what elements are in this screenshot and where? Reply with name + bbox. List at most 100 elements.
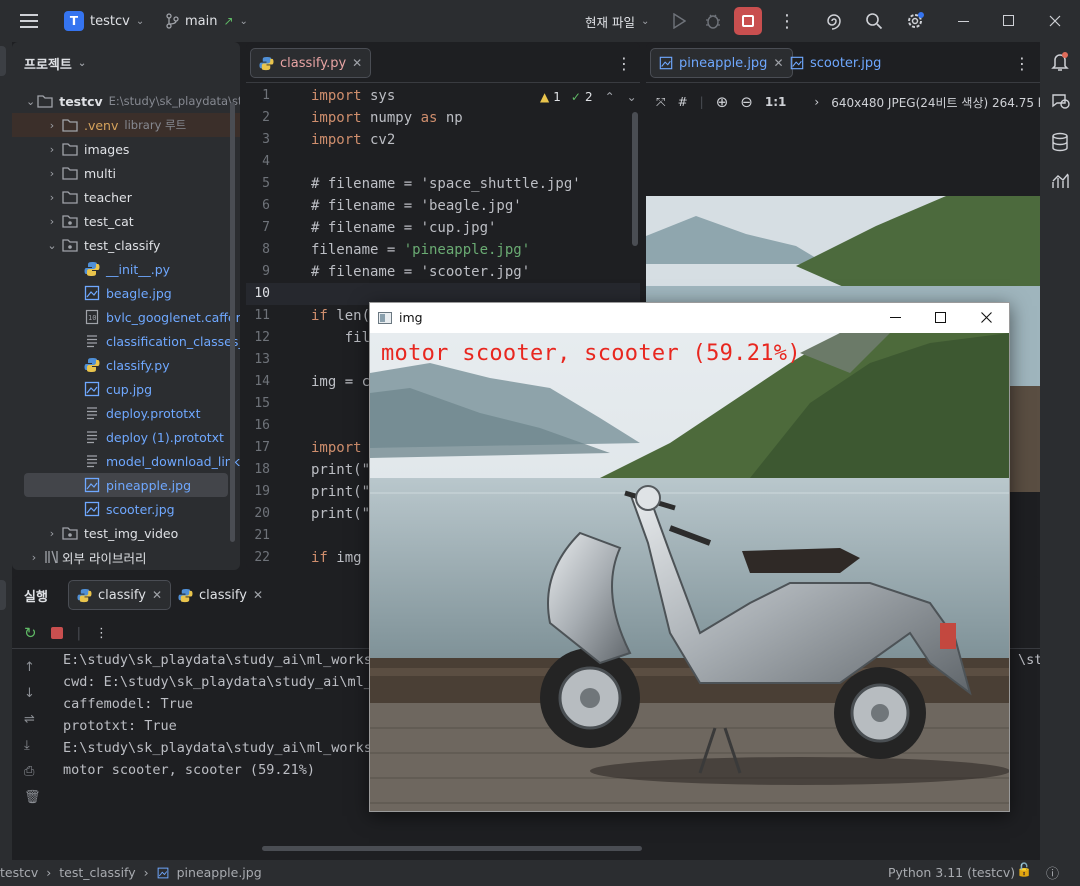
- notifications-icon[interactable]: [1051, 52, 1069, 72]
- fit-screen-icon[interactable]: ⤧: [656, 95, 666, 110]
- run-tool-tab[interactable]: [0, 580, 6, 610]
- tree-item-label: deploy.prototxt: [106, 405, 201, 421]
- tree-item-label: test_classify: [84, 237, 161, 253]
- info-icon[interactable]: ⓘ: [1046, 863, 1059, 882]
- run-button[interactable]: [672, 0, 686, 42]
- viewer-more-icon[interactable]: ⋮: [1014, 54, 1030, 73]
- main-menu-button[interactable]: [20, 0, 38, 42]
- tab-pineapple-jpg[interactable]: pineapple.jpg ✕: [650, 48, 793, 78]
- tree-item-classes-txt[interactable]: classification_classes_ILSVRC2012.txt: [12, 329, 240, 353]
- project-scrollbar[interactable]: [230, 102, 235, 542]
- close-tab-icon[interactable]: ✕: [352, 56, 362, 70]
- tree-item-root[interactable]: ⌄ testcv E:\study\sk_playdata\st: [12, 89, 240, 113]
- project-tool-tab[interactable]: [0, 46, 6, 76]
- tree-item-test-img-video[interactable]: › test_img_video: [12, 521, 240, 545]
- stop-button[interactable]: [734, 7, 762, 35]
- breadcrumb-item[interactable]: test_classify: [59, 865, 135, 880]
- tree-item-model-download-link[interactable]: model_download_link.txt: [12, 449, 240, 473]
- run-config-dropdown[interactable]: 현재 파일 ⌄: [585, 0, 649, 42]
- tree-item-venv[interactable]: › .venv library 루트: [12, 113, 240, 137]
- zoom-in-icon[interactable]: ⊕: [716, 93, 729, 111]
- console-h-scrollbar[interactable]: [262, 846, 642, 851]
- library-root-label: library 루트: [124, 118, 187, 132]
- chevron-right-icon: ›: [49, 142, 55, 156]
- soft-wrap-icon[interactable]: ⇌: [24, 712, 41, 727]
- tree-item-deploy-1-prototxt[interactable]: deploy (1).prototxt: [12, 425, 240, 449]
- actual-size-button[interactable]: 1:1: [765, 95, 787, 109]
- tree-item-classify-py[interactable]: classify.py: [12, 353, 240, 377]
- tree-item-label: .venv: [84, 117, 119, 133]
- more-vertical-icon[interactable]: ⋮: [95, 626, 108, 641]
- arrow-up-icon[interactable]: ↑: [24, 660, 41, 675]
- console-line: cwd: E:\study\sk_playdata\study_ai\ml_w: [63, 674, 380, 690]
- tree-item-external-libraries[interactable]: › 외부 라이브러리: [12, 545, 240, 569]
- scroll-to-end-icon[interactable]: ⤓: [24, 738, 41, 753]
- tree-item-caffemodel[interactable]: 10 bvlc_googlenet.caffemodel: [12, 305, 240, 329]
- tree-item-beagle-jpg[interactable]: beagle.jpg: [12, 281, 240, 305]
- tree-item-test-classify[interactable]: ⌄ test_classify: [12, 233, 240, 257]
- minimize-button[interactable]: [958, 0, 970, 42]
- maximize-button[interactable]: [1003, 0, 1015, 42]
- rerun-icon[interactable]: ↻: [24, 624, 37, 642]
- project-switcher[interactable]: T testcv ⌄: [64, 0, 144, 42]
- tab-classify-py[interactable]: classify.py ✕: [250, 48, 372, 78]
- image-file-icon: [659, 56, 673, 70]
- tree-item-init-py[interactable]: __init__.py: [12, 257, 240, 281]
- analytics-icon[interactable]: [1051, 172, 1071, 190]
- maximize-icon[interactable]: [935, 312, 946, 323]
- branch-switcher[interactable]: main ↗ ⌄: [165, 0, 248, 42]
- tree-item-label: pineapple.jpg: [106, 477, 192, 493]
- more-vertical-icon: ⋮: [778, 10, 796, 32]
- tree-item-deploy-prototxt[interactable]: deploy.prototxt: [12, 401, 240, 425]
- close-icon[interactable]: [981, 312, 992, 323]
- settings-button[interactable]: [905, 0, 925, 42]
- run-tab-classify-1[interactable]: classify ✕: [68, 580, 171, 610]
- trash-icon[interactable]: 🗑: [24, 790, 41, 805]
- stop-icon[interactable]: [50, 627, 63, 639]
- debug-button[interactable]: [704, 0, 722, 42]
- tree-item-images[interactable]: › images: [12, 137, 240, 161]
- print-icon[interactable]: ⎙: [24, 764, 41, 779]
- close-tab-icon[interactable]: ✕: [253, 588, 263, 602]
- opencv-window-titlebar[interactable]: img: [370, 303, 1009, 333]
- close-window-button[interactable]: [1049, 0, 1061, 42]
- chevron-right-icon: ›: [49, 214, 55, 228]
- more-actions-button[interactable]: ⋮: [778, 0, 796, 42]
- breadcrumb-item[interactable]: testcv: [0, 865, 38, 880]
- package-folder-icon: [62, 215, 78, 228]
- tree-item-test-cat[interactable]: › test_cat: [12, 209, 240, 233]
- arrow-down-icon[interactable]: ↓: [24, 686, 41, 701]
- grid-icon[interactable]: #: [678, 95, 688, 109]
- python-file-icon: [178, 588, 193, 602]
- left-tool-strip: [0, 42, 12, 860]
- code-line: 4: [262, 154, 270, 169]
- console-line-fragment: \st: [1018, 652, 1040, 668]
- tree-item-pineapple-jpg[interactable]: pineapple.jpg: [24, 473, 228, 497]
- editor-scrollbar[interactable]: [632, 112, 638, 246]
- chevron-down-icon: ⌄: [47, 238, 57, 252]
- editor-more-icon[interactable]: ⋮: [616, 54, 632, 73]
- tree-item-scooter-jpg[interactable]: scooter.jpg: [12, 497, 240, 521]
- tree-item-teacher[interactable]: › teacher: [12, 185, 240, 209]
- tree-item-multi[interactable]: › multi: [12, 161, 240, 185]
- zoom-out-icon[interactable]: ⊖: [740, 93, 753, 111]
- run-side-toolbar: ↑ ↓ ⇌ ⤓ ⎙ 🗑: [24, 660, 41, 805]
- search-button[interactable]: [865, 0, 883, 42]
- image-file-icon: [84, 501, 100, 517]
- tab-scooter-jpg[interactable]: scooter.jpg: [782, 48, 889, 78]
- close-tab-icon[interactable]: ✕: [152, 588, 162, 602]
- lock-icon[interactable]: 🔓: [1016, 863, 1032, 878]
- interpreter-selector[interactable]: Python 3.11 (testcv): [888, 865, 1015, 880]
- breadcrumb-item[interactable]: pineapple.jpg: [177, 865, 262, 880]
- minimize-icon[interactable]: [890, 317, 902, 319]
- project-panel-header[interactable]: 프로젝트 ⌄: [24, 54, 86, 73]
- tree-item-cup-jpg[interactable]: cup.jpg: [12, 377, 240, 401]
- ai-chat-icon[interactable]: [1051, 92, 1071, 110]
- chevron-right-icon[interactable]: ›: [814, 95, 819, 109]
- database-icon[interactable]: [1051, 132, 1069, 152]
- binary-file-icon: 10: [85, 309, 99, 325]
- ai-assistant-button[interactable]: [824, 0, 844, 42]
- tree-item-label: test_cat: [84, 213, 134, 229]
- run-tab-classify-2[interactable]: classify ✕: [170, 580, 271, 610]
- text-file-icon: [87, 407, 97, 420]
